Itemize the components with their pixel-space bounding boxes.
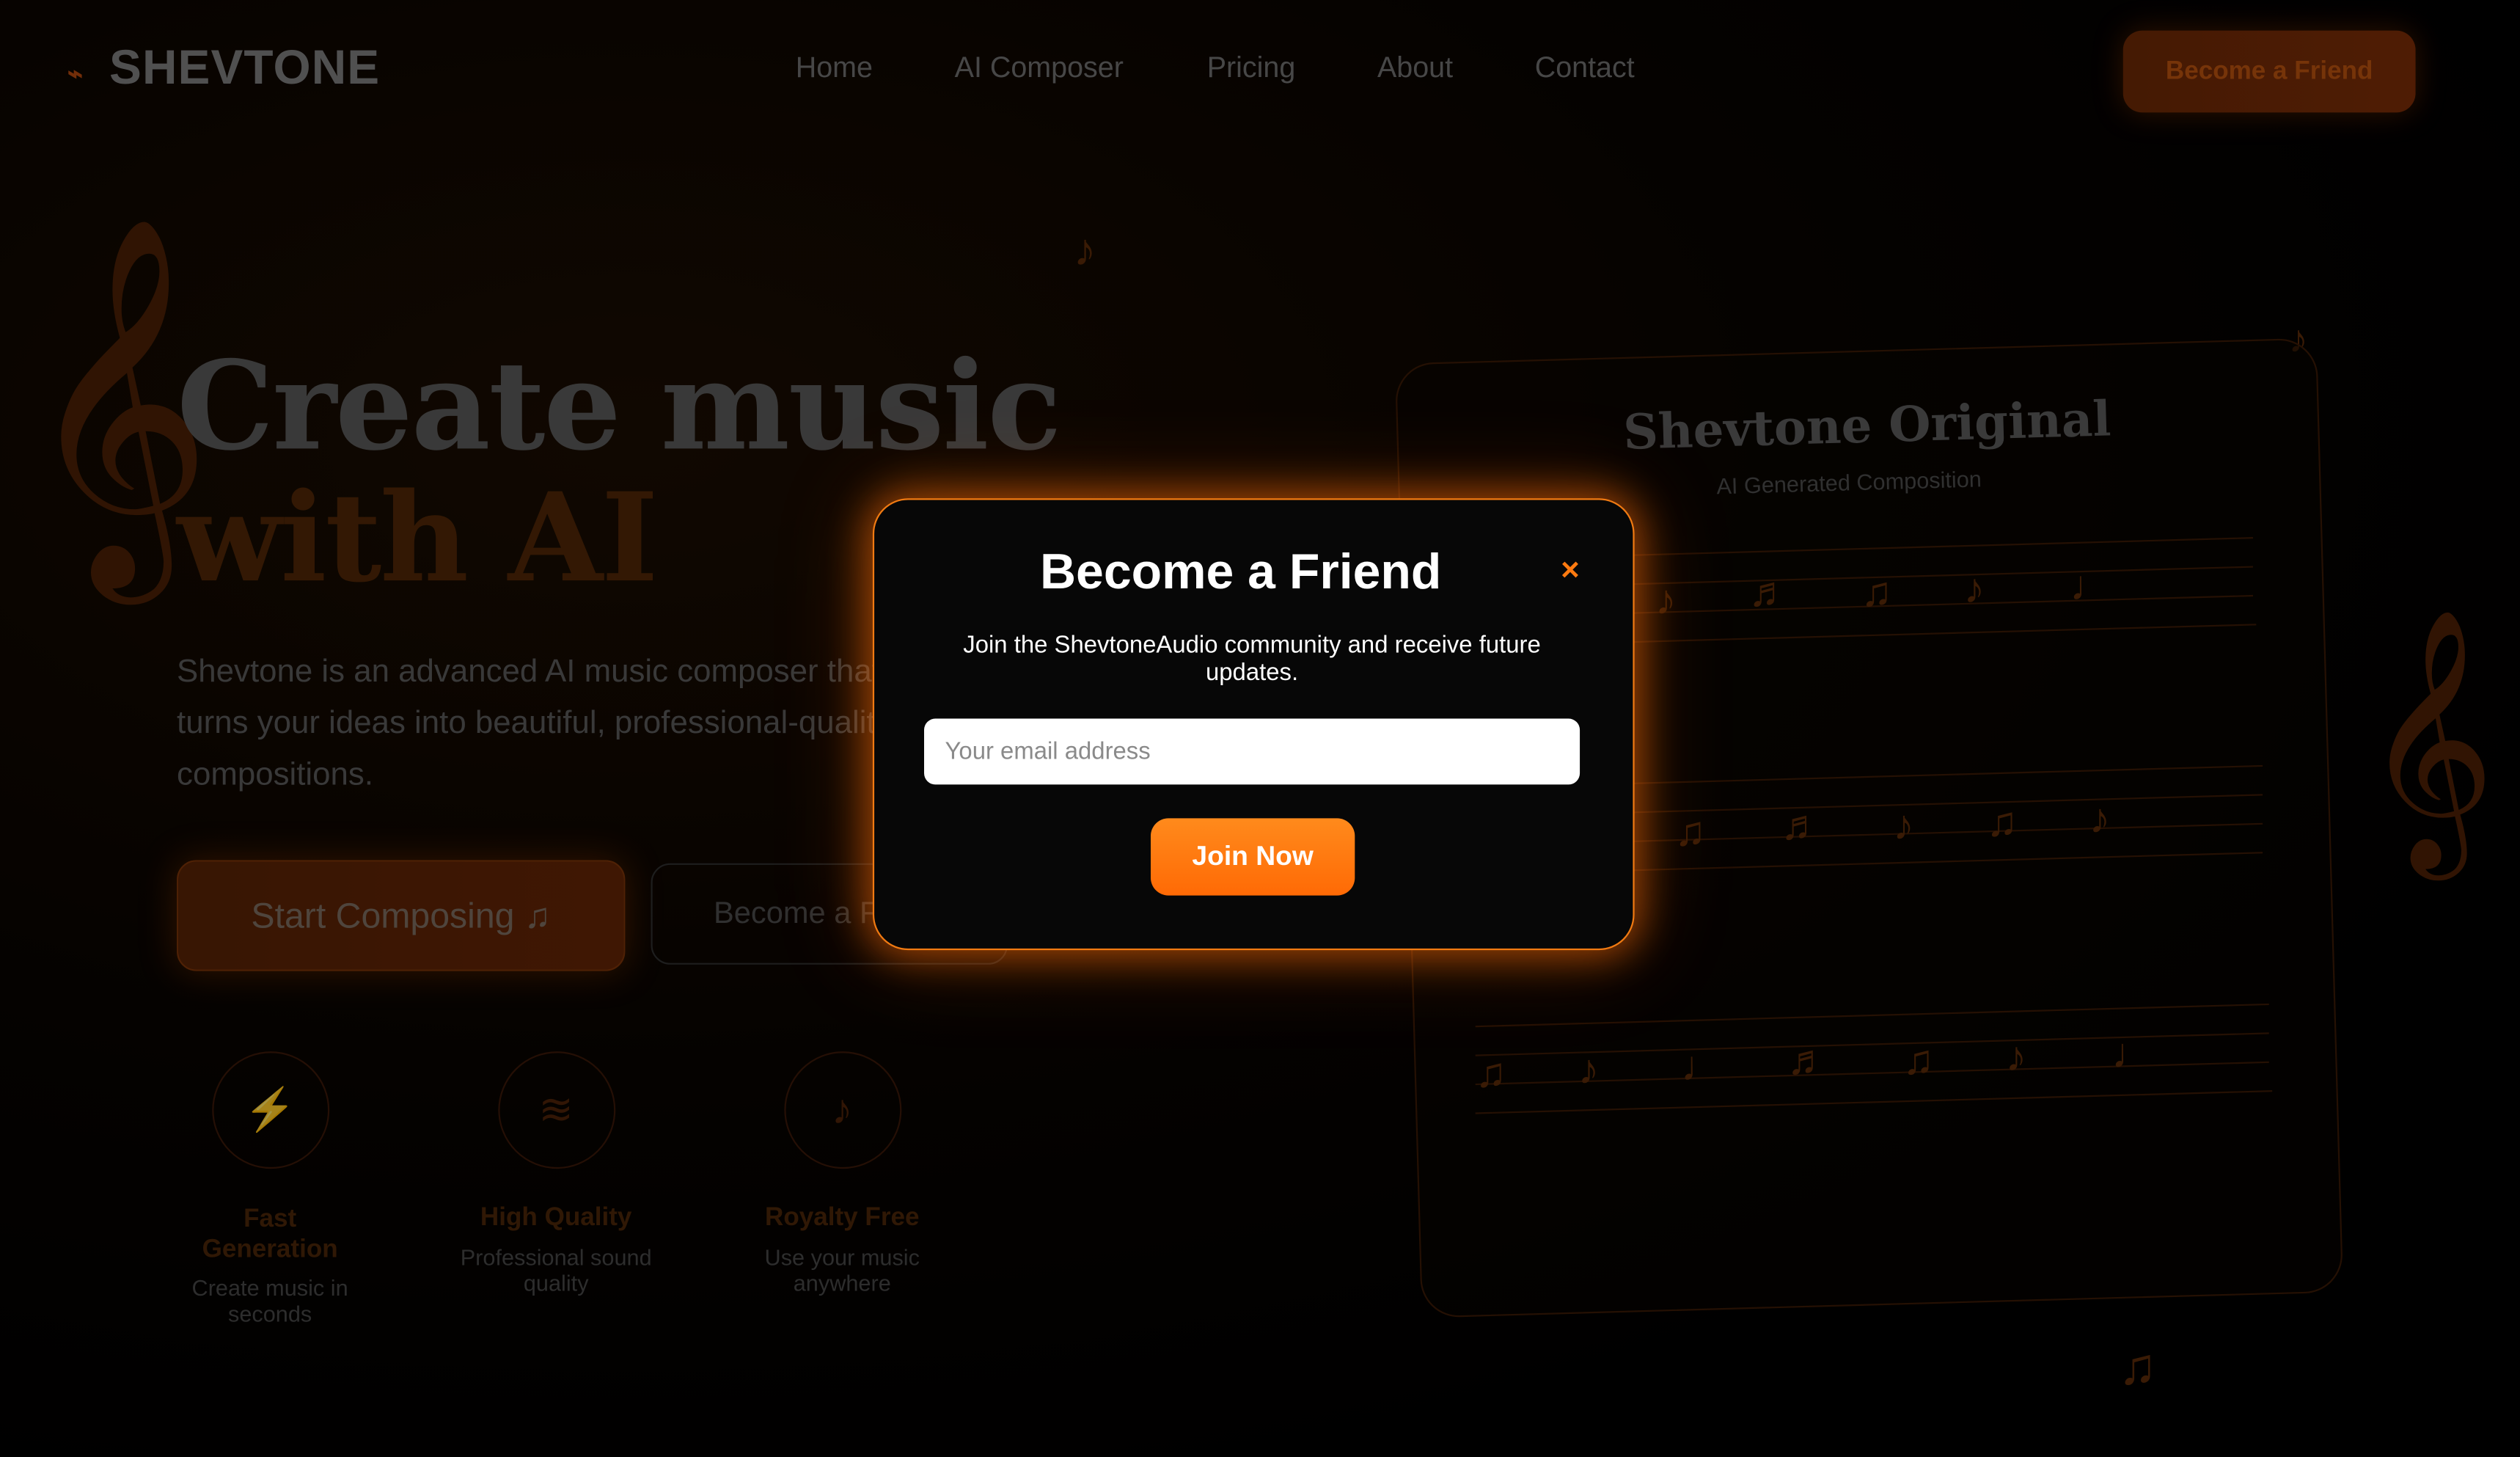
- modal-title: Become a Friend: [1039, 543, 1442, 600]
- close-icon[interactable]: ×: [1554, 553, 1586, 588]
- join-now-button[interactable]: Join Now: [1150, 818, 1355, 896]
- email-field[interactable]: [924, 718, 1581, 785]
- modal-description: Join the ShevtoneAudio community and rec…: [963, 632, 1541, 687]
